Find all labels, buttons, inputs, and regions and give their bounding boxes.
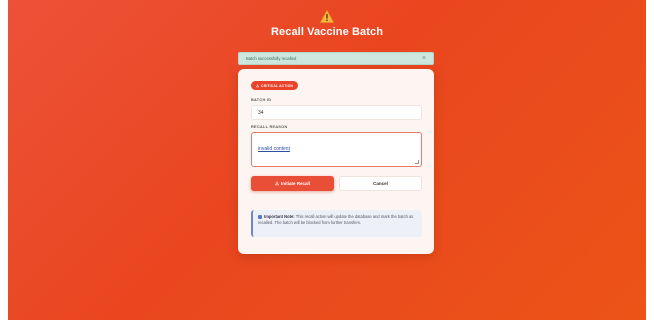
cancel-button[interactable]: Cancel bbox=[339, 176, 422, 191]
page-background: Recall Vaccine Batch Batch successfully … bbox=[8, 0, 646, 320]
batch-id-label: BATCH ID bbox=[251, 98, 272, 102]
warning-icon bbox=[320, 10, 334, 23]
resize-handle[interactable] bbox=[415, 160, 419, 164]
page-title: Recall Vaccine Batch bbox=[270, 26, 384, 38]
recall-reason-textarea[interactable]: invalid content bbox=[251, 132, 422, 167]
alert-message: Batch successfully recalled bbox=[246, 56, 297, 61]
recall-reason-value: invalid content bbox=[258, 146, 290, 152]
batch-id-field[interactable]: 34 bbox=[251, 105, 422, 120]
success-alert: Batch successfully recalled × bbox=[238, 52, 434, 65]
badge-label: CRITICAL ACTION bbox=[261, 83, 293, 88]
batch-id-value: 34 bbox=[258, 109, 264, 116]
warning-icon: ⚠ bbox=[274, 180, 280, 186]
important-note: Important Note: This recall action will … bbox=[251, 210, 422, 237]
cancel-label: Cancel bbox=[373, 181, 388, 186]
alert-close-button[interactable]: × bbox=[422, 55, 426, 62]
note-title: Important Note: bbox=[264, 214, 295, 219]
recall-reason-label: RECALL REASON bbox=[251, 125, 288, 129]
critical-action-badge: ⚠ CRITICAL ACTION bbox=[251, 81, 298, 90]
header: Recall Vaccine Batch bbox=[8, 10, 646, 38]
info-icon bbox=[258, 214, 262, 219]
initiate-recall-button[interactable]: ⚠ Initiate Recall bbox=[251, 176, 334, 191]
initiate-recall-label: Initiate Recall bbox=[281, 181, 311, 186]
warning-icon: ⚠ bbox=[256, 83, 260, 88]
recall-form-card: ⚠ CRITICAL ACTION BATCH ID 34 RECALL REA… bbox=[238, 69, 434, 254]
